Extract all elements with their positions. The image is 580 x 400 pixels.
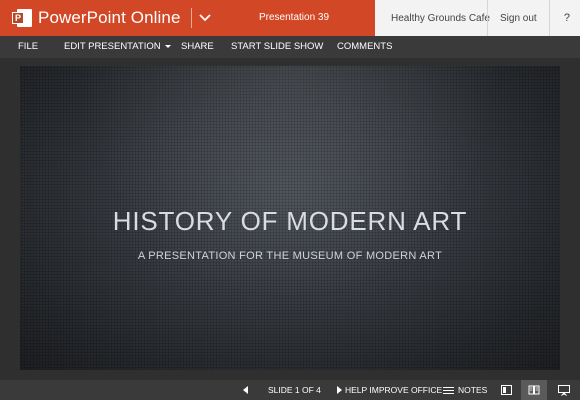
normal-view-icon[interactable] [493,380,519,400]
status-bar: SLIDE 1 OF 4 HELP IMPROVE OFFICE NOTES [0,380,580,400]
notes-icon[interactable] [443,380,454,400]
owner-name[interactable]: Healthy Grounds Cafe [375,13,490,24]
menu-start-slide-show[interactable]: START SLIDE SHOW [231,36,323,58]
menu-edit-presentation[interactable]: EDIT PRESENTATION [64,36,171,58]
reading-view-icon[interactable] [521,380,547,400]
slide-subtitle-text: A PRESENTATION FOR THE MUSEUM OF MODERN … [137,250,443,262]
help-improve-office-link[interactable]: HELP IMPROVE OFFICE [345,380,442,400]
slide-subtitle[interactable]: A PRESENTATION FOR THE MUSEUM OF MODERN … [20,250,560,262]
menu-bar: FILE EDIT PRESENTATION SHARE START SLIDE… [0,36,580,58]
app-name[interactable]: PowerPoint Online [38,8,181,28]
sign-out-link[interactable]: Sign out [488,13,549,24]
slide-counter: SLIDE 1 OF 4 [268,385,321,395]
slide-stage: HISTORY OF MODERN ART A PRESENTATION FOR… [0,58,580,380]
prev-slide-icon[interactable] [243,386,248,394]
menu-edit-presentation-label: EDIT PRESENTATION [64,41,161,52]
slide-title[interactable]: HISTORY OF MODERN ART [20,206,560,237]
caret-down-icon [164,44,171,48]
title-bar: P PowerPoint Online Presentation 39 Heal… [0,0,580,36]
notes-button[interactable]: NOTES [458,380,487,400]
next-slide-icon[interactable] [337,386,342,394]
document-title[interactable]: Presentation 39 [259,0,329,36]
chevron-down-icon[interactable] [198,11,212,25]
menu-file[interactable]: FILE [18,36,38,58]
powerpoint-logo-icon[interactable]: P [12,7,32,29]
title-divider [190,8,192,28]
account-area: Healthy Grounds Cafe Sign out ? [375,0,580,36]
brand-area: P PowerPoint Online Presentation 39 [0,0,375,36]
menu-comments[interactable]: COMMENTS [337,36,392,58]
help-button[interactable]: ? [564,12,570,24]
menu-share[interactable]: SHARE [181,36,214,58]
slide-canvas[interactable]: HISTORY OF MODERN ART A PRESENTATION FOR… [20,66,560,370]
account-divider-2 [548,0,550,36]
slide-show-view-icon[interactable] [551,380,577,400]
